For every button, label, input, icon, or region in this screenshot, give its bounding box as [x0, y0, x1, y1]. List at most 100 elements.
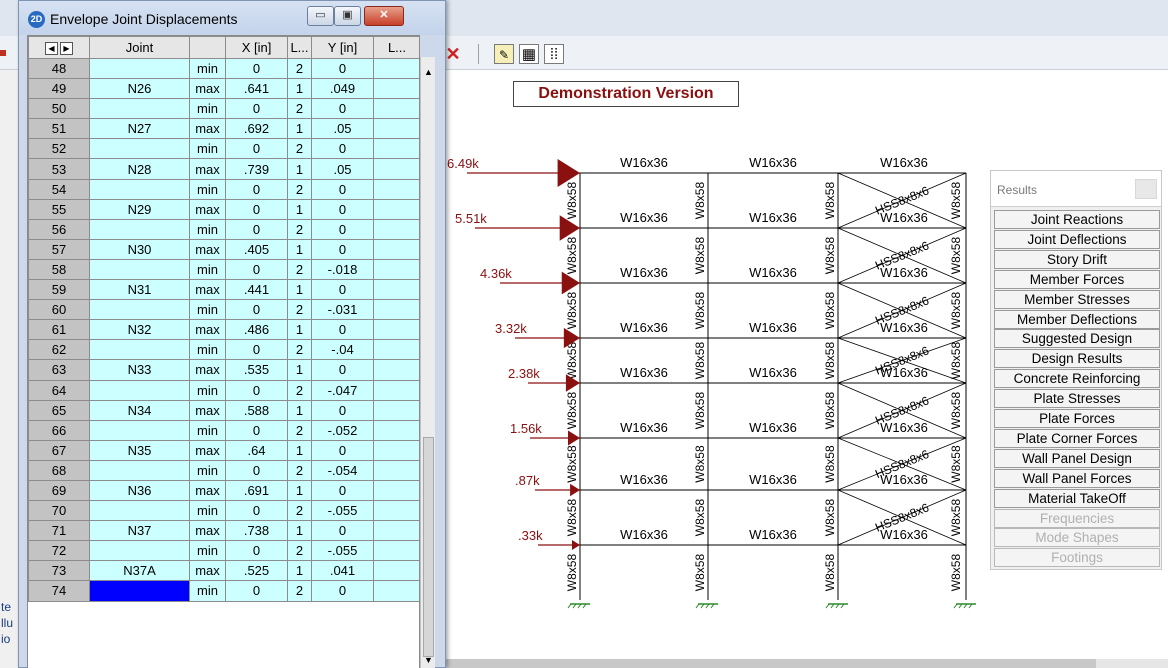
header-type[interactable] [189, 36, 226, 59]
header-lc-x[interactable]: L... [287, 36, 312, 59]
lc-y-cell[interactable] [373, 419, 419, 441]
joint-cell[interactable] [89, 299, 190, 321]
results-button[interactable]: Plate Corner Forces [994, 428, 1160, 448]
x-cell[interactable]: 0 [225, 419, 288, 441]
y-cell[interactable]: .05 [311, 158, 374, 180]
lc-x-cell[interactable]: 1 [287, 319, 312, 341]
y-cell[interactable]: 0 [311, 479, 374, 502]
lc-x-cell[interactable]: 2 [287, 500, 312, 522]
type-cell[interactable]: min [189, 57, 226, 80]
x-cell[interactable]: .64 [225, 439, 288, 461]
x-cell[interactable]: 0 [225, 178, 288, 200]
joint-cell[interactable] [89, 580, 190, 602]
x-cell[interactable]: 0 [225, 459, 288, 481]
type-cell[interactable]: min [189, 299, 226, 321]
joint-cell[interactable]: N31 [89, 279, 190, 301]
lc-y-cell[interactable] [373, 178, 419, 200]
lc-x-cell[interactable]: 2 [287, 379, 312, 401]
x-cell[interactable]: 0 [225, 540, 288, 562]
x-cell[interactable]: 0 [225, 218, 288, 240]
lc-y-cell[interactable] [373, 57, 419, 80]
lc-x-cell[interactable]: 1 [287, 479, 312, 502]
results-button[interactable]: Material TakeOff [994, 488, 1160, 508]
type-cell[interactable]: min [189, 500, 226, 522]
minimize-button[interactable]: ▭ [307, 6, 334, 26]
row-number[interactable]: 72 [28, 540, 90, 562]
table-row[interactable]: 66 min 0 2 -.052 [28, 419, 419, 441]
type-cell[interactable]: min [189, 258, 226, 281]
row-number[interactable]: 60 [28, 299, 90, 321]
lc-y-cell[interactable] [373, 560, 419, 582]
lc-y-cell[interactable] [373, 158, 419, 180]
y-cell[interactable]: -.054 [311, 459, 374, 481]
table-row[interactable]: 52 min 0 2 0 [28, 138, 419, 160]
x-cell[interactable]: .405 [225, 238, 288, 260]
table-row[interactable]: 49 N26 max .641 1.049 [28, 78, 419, 100]
x-cell[interactable]: 0 [225, 138, 288, 160]
vertical-scroll-thumb[interactable] [423, 437, 434, 657]
y-cell[interactable]: -.018 [311, 258, 374, 281]
type-cell[interactable]: max [189, 319, 226, 341]
results-button[interactable]: Plate Stresses [994, 389, 1160, 409]
table-row[interactable]: 69 N36 max .691 1 0 [28, 479, 419, 502]
type-cell[interactable]: max [189, 439, 226, 461]
results-close-button[interactable] [1135, 179, 1157, 199]
lc-x-cell[interactable]: 2 [287, 258, 312, 281]
table-row[interactable]: 60 min 0 2 -.031 [28, 299, 419, 321]
lc-y-cell[interactable] [373, 479, 419, 502]
row-number[interactable]: 50 [28, 98, 90, 120]
joint-cell[interactable] [89, 500, 190, 522]
lc-y-cell[interactable] [373, 520, 419, 542]
table-row[interactable]: 64 min 0 2 -.047 [28, 379, 419, 401]
type-cell[interactable]: max [189, 238, 226, 260]
y-cell[interactable]: 0 [311, 198, 374, 220]
lc-y-cell[interactable] [373, 78, 419, 100]
prev-arrow-icon[interactable]: ◀ [45, 42, 58, 56]
y-cell[interactable]: 0 [311, 359, 374, 381]
x-cell[interactable]: 0 [225, 98, 288, 120]
type-cell[interactable]: min [189, 540, 226, 562]
type-cell[interactable]: max [189, 479, 226, 502]
y-cell[interactable]: 0 [311, 98, 374, 120]
table-row[interactable]: 61 N32 max .486 1 0 [28, 319, 419, 341]
table-row[interactable]: 70 min 0 2 -.055 [28, 500, 419, 522]
lc-y-cell[interactable] [373, 258, 419, 281]
y-cell[interactable]: 0 [311, 178, 374, 200]
results-button[interactable]: Member Forces [994, 269, 1160, 289]
lc-x-cell[interactable]: 1 [287, 118, 312, 140]
lc-y-cell[interactable] [373, 279, 419, 301]
row-number[interactable]: 65 [28, 399, 90, 421]
lc-x-cell[interactable]: 1 [287, 78, 312, 100]
results-button[interactable]: Concrete Reinforcing [994, 369, 1160, 389]
joint-cell[interactable]: N26 [89, 78, 190, 100]
table-row[interactable]: 53 N28 max .739 1.05 [28, 158, 419, 180]
type-cell[interactable]: min [189, 419, 226, 441]
lc-x-cell[interactable]: 1 [287, 279, 312, 301]
results-button[interactable]: Member Stresses [994, 289, 1160, 309]
x-cell[interactable]: .441 [225, 279, 288, 301]
lc-x-cell[interactable]: 2 [287, 339, 312, 361]
table-row[interactable]: 54 min 0 2 0 [28, 178, 419, 200]
y-cell[interactable]: 0 [311, 439, 374, 461]
vertical-scrollbar[interactable]: ▲ ▼ [420, 57, 435, 668]
type-cell[interactable]: max [189, 118, 226, 140]
row-number[interactable]: 51 [28, 118, 90, 140]
joint-cell[interactable]: N27 [89, 118, 190, 140]
lc-y-cell[interactable] [373, 218, 419, 240]
results-button[interactable]: Suggested Design [994, 329, 1160, 349]
scroll-down-icon[interactable]: ▼ [423, 653, 434, 667]
type-cell[interactable]: min [189, 459, 226, 481]
table-row[interactable]: 74 min 0 2 0 [28, 580, 419, 602]
row-number[interactable]: 53 [28, 158, 90, 180]
results-button[interactable]: Wall Panel Design [994, 448, 1160, 468]
table-row[interactable]: 67 N35 max .64 1 0 [28, 439, 419, 461]
lc-x-cell[interactable]: 2 [287, 178, 312, 200]
joint-cell[interactable] [89, 57, 190, 80]
type-cell[interactable]: min [189, 138, 226, 160]
results-button[interactable]: Joint Reactions [994, 210, 1160, 229]
results-button[interactable]: Joint Deflections [994, 229, 1160, 249]
lc-x-cell[interactable]: 1 [287, 198, 312, 220]
type-cell[interactable]: max [189, 560, 226, 582]
joint-cell[interactable]: N30 [89, 238, 190, 260]
x-cell[interactable]: 0 [225, 57, 288, 80]
